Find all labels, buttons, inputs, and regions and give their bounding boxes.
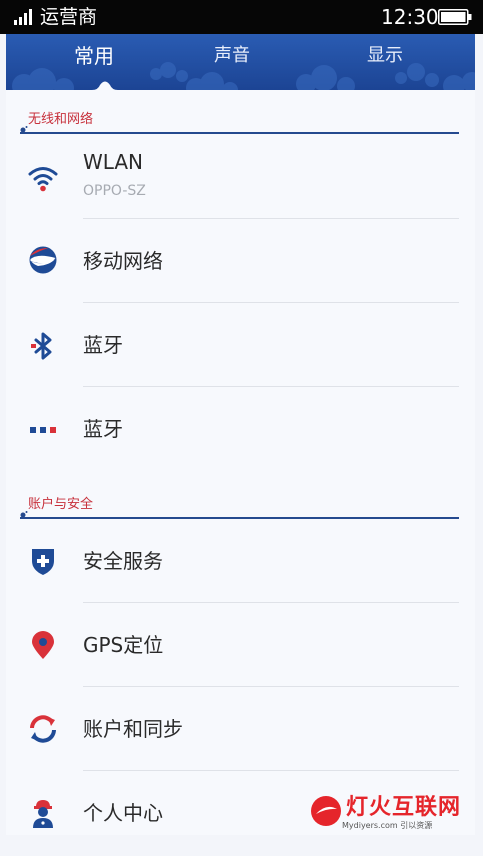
settings-item-mobile-network[interactable]: 移动网络 xyxy=(6,219,475,304)
sync-icon xyxy=(30,715,56,743)
status-time: 12:30 xyxy=(381,5,439,29)
bluetooth-icon xyxy=(31,332,52,360)
settings-item-label: 蓝牙 xyxy=(83,333,123,357)
tab-bar: 常用 声音 显示 xyxy=(6,34,475,90)
settings-item-label: 个人中心 xyxy=(83,801,163,825)
settings-item-wlan[interactable]: WLAN OPPO-SZ xyxy=(6,135,475,220)
tab-sound[interactable]: 声音 xyxy=(182,44,282,68)
settings-item-label: WLAN xyxy=(83,150,144,174)
section-title: 账户与安全 xyxy=(28,497,94,512)
settings-item-label: 蓝牙 xyxy=(83,417,123,441)
section-account-security: 账户与安全 xyxy=(6,479,475,519)
section-wireless-network: 无线和网络 xyxy=(6,94,475,134)
section-divider xyxy=(20,132,459,134)
settings-item-label: 移动网络 xyxy=(83,249,163,273)
battery-icon xyxy=(438,9,472,25)
settings-item-subtitle: OPPO-SZ xyxy=(83,183,146,199)
settings-item-security-service[interactable]: 安全服务 xyxy=(6,519,475,604)
settings-item-label: GPS定位 xyxy=(83,633,164,657)
wifi-icon xyxy=(28,167,58,192)
carrier-name: 运营商 xyxy=(40,6,98,28)
mobile-network-icon xyxy=(29,246,57,274)
more-dots-icon xyxy=(30,427,56,433)
settings-item-bluetooth[interactable]: 蓝牙 xyxy=(6,303,475,388)
tab-common[interactable]: 常用 xyxy=(44,44,144,68)
watermark-text: 灯火互联网 xyxy=(346,795,462,820)
location-pin-icon xyxy=(32,631,54,659)
watermark: 灯火互联网 Mydiyers.com 引以资源 xyxy=(308,793,478,835)
active-tab-indicator xyxy=(92,81,118,90)
settings-item-gps[interactable]: GPS定位 xyxy=(6,603,475,688)
status-bar: 运营商 12:30 xyxy=(0,0,483,34)
tab-display[interactable]: 显示 xyxy=(335,44,435,68)
signal-strength-icon xyxy=(14,9,32,25)
watermark-url: Mydiyers.com 引以资源 xyxy=(342,821,433,830)
settings-item-account-sync[interactable]: 账户和同步 xyxy=(6,687,475,772)
watermark-logo-icon xyxy=(311,796,341,826)
settings-item-label: 账户和同步 xyxy=(83,717,183,741)
settings-item-label: 安全服务 xyxy=(83,549,163,573)
person-icon xyxy=(33,800,53,828)
settings-list: 无线和网络 WLAN OPPO-SZ 移动网络 蓝牙 蓝牙 账户与安全 安全服务… xyxy=(6,90,475,835)
section-title: 无线和网络 xyxy=(28,112,94,127)
settings-item-more[interactable]: 蓝牙 xyxy=(6,387,475,472)
shield-icon xyxy=(32,549,54,575)
